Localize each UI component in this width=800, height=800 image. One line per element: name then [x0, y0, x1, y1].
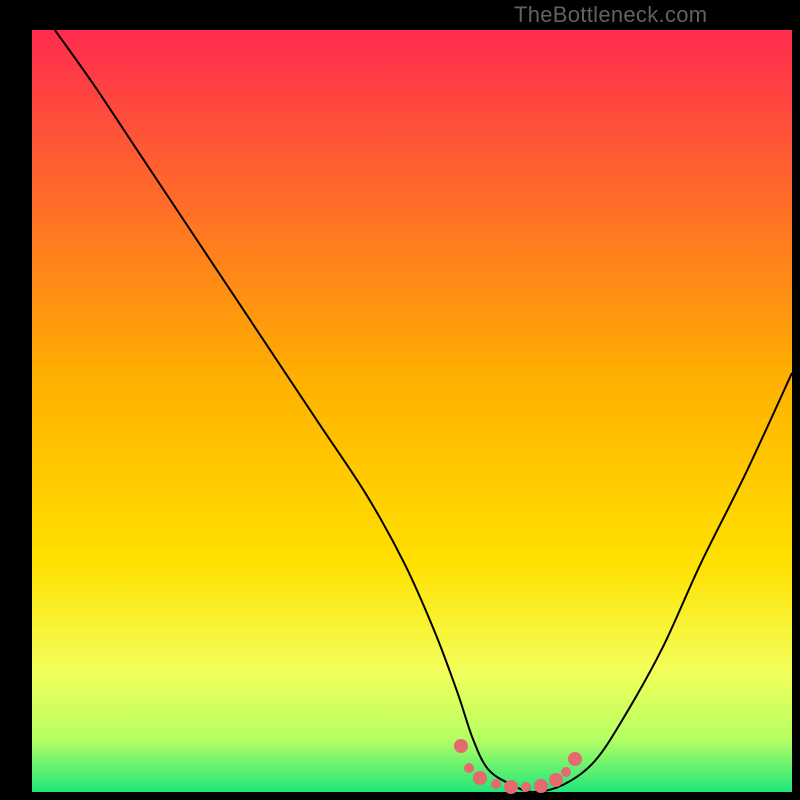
attribution-text: TheBottleneck.com [514, 2, 707, 28]
data-marker [464, 763, 474, 773]
data-marker [568, 752, 582, 766]
data-marker [534, 779, 548, 793]
data-marker [521, 782, 531, 792]
data-marker [504, 780, 518, 794]
heatmap-gradient [32, 30, 792, 792]
chart-container: TheBottleneck.com [0, 0, 800, 800]
data-marker [561, 767, 571, 777]
data-marker [473, 771, 487, 785]
data-marker [454, 739, 468, 753]
data-marker [491, 779, 501, 789]
